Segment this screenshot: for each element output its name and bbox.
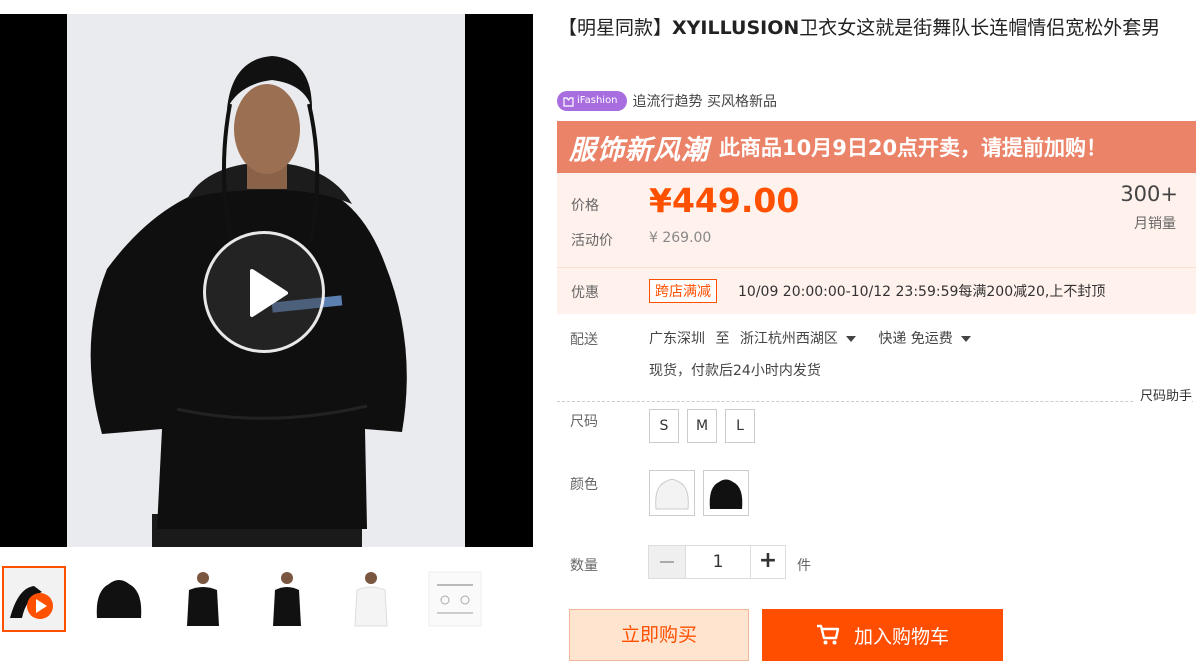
quantity-decrease-button[interactable] [648, 545, 686, 579]
color-option-black[interactable] [703, 470, 749, 516]
quantity-label: 数量 [570, 558, 598, 574]
ifashion-row: iFashion 追流行趋势 买风格新品 [557, 90, 777, 112]
stock-status: 现货，付款后24小时内发货 [649, 363, 821, 379]
shipping-method-selector[interactable]: 快递 免运费 [878, 331, 952, 347]
promo-price-label: 活动价 [571, 233, 613, 249]
section-divider [557, 401, 1193, 402]
coupon-text: 10/09 20:00:00-10/12 23:59:59每满200减20,上不… [738, 284, 1106, 300]
chevron-down-icon[interactable] [960, 336, 971, 342]
add-to-cart-button[interactable]: 加入购物车 [762, 609, 1003, 661]
add-to-cart-label: 加入购物车 [853, 625, 949, 648]
ifashion-badge-label: iFashion [577, 95, 618, 106]
coupon-label: 优惠 [571, 285, 599, 301]
monthly-sales-label: 月销量 [1134, 216, 1176, 232]
play-video-button[interactable] [203, 231, 325, 353]
chevron-down-icon[interactable] [845, 336, 856, 342]
white-hoodie-swatch [655, 479, 689, 510]
size-helper-link[interactable]: 尺码助手 [1133, 385, 1192, 404]
ifashion-icon [563, 96, 574, 107]
quantity-unit: 件 [797, 558, 811, 574]
price-label: 价格 [571, 198, 599, 214]
thumbnail-model-side[interactable] [255, 566, 319, 632]
size-label: 尺码 [570, 414, 598, 430]
black-hoodie-swatch [709, 479, 743, 509]
banner-headline: 服饰新风潮 [569, 134, 709, 166]
thumbnail-size-chart[interactable] [423, 566, 487, 632]
ship-from: 广东深圳 [649, 331, 705, 347]
product-title: 【明星同款】XYILLUSION卫衣女这就是街舞队长连帽情侣宽松外套男 [558, 14, 1198, 42]
size-option-s[interactable]: S [649, 409, 679, 443]
title-rest: 卫衣女这就是街舞队长连帽情侣宽松外套男 [799, 17, 1161, 39]
ship-to-word: 至 [715, 331, 730, 347]
main-product-video[interactable] [0, 14, 533, 547]
presale-banner: 服饰新风潮 此商品10月9日20点开卖，请提前加购！ [557, 121, 1196, 173]
thumbnail-model-front[interactable] [171, 566, 235, 632]
price-value: ¥449.00 [649, 181, 800, 220]
color-label: 颜色 [570, 477, 598, 493]
cart-icon [816, 624, 840, 645]
buy-now-button[interactable]: 立即购买 [569, 609, 749, 661]
size-option-l[interactable]: L [725, 409, 755, 443]
coupon-badge[interactable]: 跨店满减 [649, 279, 717, 303]
size-option-m[interactable]: M [687, 409, 717, 443]
monthly-sales-count: 300+ [1120, 182, 1178, 206]
thumbnail-black-hoodie[interactable] [87, 566, 151, 632]
thumbnail-video[interactable] [2, 566, 66, 632]
shipping-label: 配送 [570, 332, 598, 348]
title-brand: XYILLUSION [672, 17, 800, 39]
quantity-increase-button[interactable]: + [750, 545, 786, 579]
promo-price-value: ¥ 269.00 [649, 230, 712, 246]
banner-subtitle: 此商品10月9日20点开卖，请提前加购！ [719, 136, 1108, 160]
play-icon [250, 269, 288, 317]
quantity-input[interactable] [686, 545, 750, 579]
ifashion-slogan: 追流行趋势 买风格新品 [632, 94, 777, 110]
thumbnail-strip [0, 566, 533, 636]
shipping-route: 广东深圳 至 浙江杭州西湖区 快递 免运费 [649, 328, 989, 348]
ifashion-badge[interactable]: iFashion [557, 91, 627, 111]
price-divider [557, 267, 1196, 268]
title-prefix: 【明星同款】 [558, 17, 673, 39]
thumbnail-white-hoodie-model[interactable] [339, 566, 403, 632]
price-panel: 价格 ¥449.00 活动价 ¥ 269.00 300+ 月销量 优惠 跨店满减… [557, 173, 1196, 314]
ship-to-selector[interactable]: 浙江杭州西湖区 [740, 331, 838, 347]
color-option-white[interactable] [649, 470, 695, 516]
